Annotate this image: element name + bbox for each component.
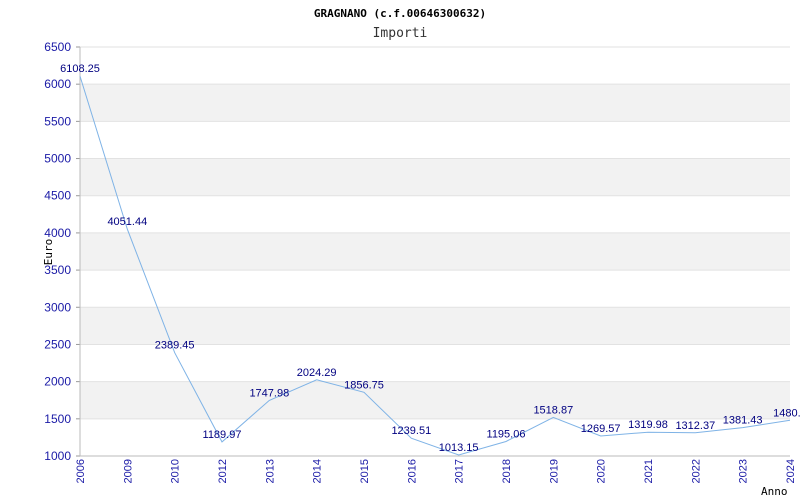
x-tick-label: 2009 <box>122 459 134 483</box>
y-tick-label: 2500 <box>44 337 71 351</box>
chart: GRAGNANO (c.f.00646300632) Importi 1000 1… <box>42 7 800 498</box>
y-tick-label: 5000 <box>44 152 71 166</box>
x-tick-label: 2010 <box>170 459 182 483</box>
data-label: 1381.43 <box>723 415 763 427</box>
data-label: 2024.29 <box>297 367 337 379</box>
y-tick-label: 1500 <box>44 412 71 426</box>
x-tick-label: 2016 <box>406 459 418 483</box>
y-tick-label: 6500 <box>44 40 71 54</box>
x-tick-label: 2012 <box>217 459 229 483</box>
y-axis-label: Euro <box>42 239 55 266</box>
data-label: 1518.87 <box>533 404 573 416</box>
data-label: 1195.06 <box>487 428 526 440</box>
x-tick-label: 2019 <box>548 459 560 483</box>
data-label: 4051.44 <box>107 216 147 228</box>
grid-band <box>80 84 790 122</box>
grid-band <box>80 381 790 419</box>
data-label: 2389.45 <box>155 340 195 352</box>
data-label: 1013.15 <box>439 442 479 454</box>
grid-bands <box>80 46 790 457</box>
data-label: 1239.51 <box>391 425 431 437</box>
y-tick-label: 2000 <box>44 375 71 389</box>
x-tick-label: 2017 <box>454 459 466 483</box>
x-tick-label: 2014 <box>312 459 324 483</box>
data-label: 1319.98 <box>628 419 668 431</box>
data-label: 1269.57 <box>581 423 621 435</box>
chart-subtitle: Importi <box>373 26 428 41</box>
x-tick-label: 2015 <box>359 459 371 483</box>
grid-band <box>80 232 790 271</box>
x-tick-label: 2024 <box>785 459 797 483</box>
data-label: 1189.97 <box>203 429 242 441</box>
y-tick-label: 5500 <box>44 114 71 128</box>
x-tick-label: 2020 <box>596 459 608 483</box>
data-label: 1312.37 <box>675 420 715 432</box>
data-label: 6108.25 <box>60 63 100 75</box>
data-label: 1747.98 <box>249 387 289 399</box>
x-tick-label: 2006 <box>75 459 87 483</box>
chart-title: GRAGNANO (c.f.00646300632) <box>314 7 486 20</box>
y-tick-label: 4000 <box>44 226 71 240</box>
y-tick-label: 6000 <box>44 77 71 91</box>
y-tick-label: 3000 <box>44 300 71 314</box>
data-label: 1856.75 <box>344 379 384 391</box>
data-label: 1480.1 <box>773 407 800 419</box>
x-tick-label: 2018 <box>501 459 513 483</box>
x-tick-label: 2023 <box>738 459 750 483</box>
x-axis-label: Anno <box>761 485 788 498</box>
x-tick-label: 2013 <box>264 459 276 483</box>
y-tick-label: 4500 <box>44 189 71 203</box>
y-tick-label: 1000 <box>44 449 71 463</box>
grid-band <box>80 158 790 196</box>
x-axis-ticks: 2006 2009 2010 2012 2013 2014 2015 2016 2017 2018… <box>75 459 797 483</box>
x-tick-label: 2022 <box>690 459 702 483</box>
x-tick-label: 2021 <box>643 459 655 483</box>
